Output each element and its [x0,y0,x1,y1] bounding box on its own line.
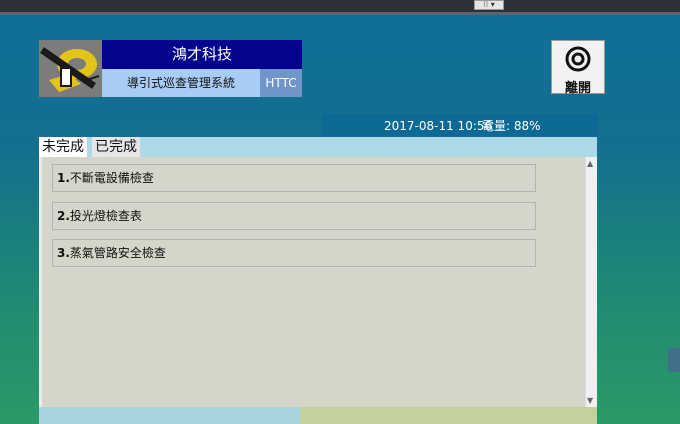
side-panel-handle[interactable] [668,348,680,372]
scrollbar[interactable]: ▲ ▼ [585,157,597,407]
status-battery: 電量: 88% [482,119,541,133]
list-item-label: 不斷電設備檢查 [69,171,154,185]
list-item-label: 投光燈檢查表 [69,209,142,223]
window-handle-chevron-icon[interactable]: ⁝⁝ ▾ [474,0,504,10]
list-item-label: 蒸氣管路安全檢查 [69,246,166,260]
list-item-number: 3. [57,246,70,260]
company-logo [39,40,102,97]
bottom-strip-left [39,407,300,424]
logo-graphic-icon [39,40,102,97]
bottom-strip-right [300,407,597,424]
system-name: 導引式巡查管理系統 [102,69,260,97]
tab-completed[interactable]: 已完成 [92,137,140,157]
scroll-down-icon[interactable]: ▼ [587,396,593,405]
target-icon [565,46,591,72]
exit-button-label: 離開 [564,81,591,96]
list-item[interactable]: 3.蒸氣管路安全檢查 [52,239,536,267]
exit-button[interactable]: 離開 [551,40,605,96]
window-top-bar: ⁝⁝ ▾ [0,0,680,15]
status-bar: 2017-08-11 10:56 電量: 88% [322,114,598,138]
list-item[interactable]: 1.不斷電設備檢查 [52,164,536,192]
list-item[interactable]: 2.投光燈檢查表 [52,202,536,230]
company-abbreviation: HTTC [260,69,302,97]
task-list-panel: 1.不斷電設備檢查 2.投光燈檢查表 3.蒸氣管路安全檢查 ▲ ▼ [39,157,597,407]
tab-bar: 未完成 已完成 [39,137,597,157]
tab-incomplete[interactable]: 未完成 [39,137,87,157]
status-datetime: 2017-08-11 10:56 [384,119,493,133]
list-item-number: 2. [57,209,70,223]
company-name: 鴻才科技 [102,40,302,69]
top-divider [0,12,680,15]
list-item-number: 1. [57,171,70,185]
scroll-up-icon[interactable]: ▲ [587,159,593,168]
